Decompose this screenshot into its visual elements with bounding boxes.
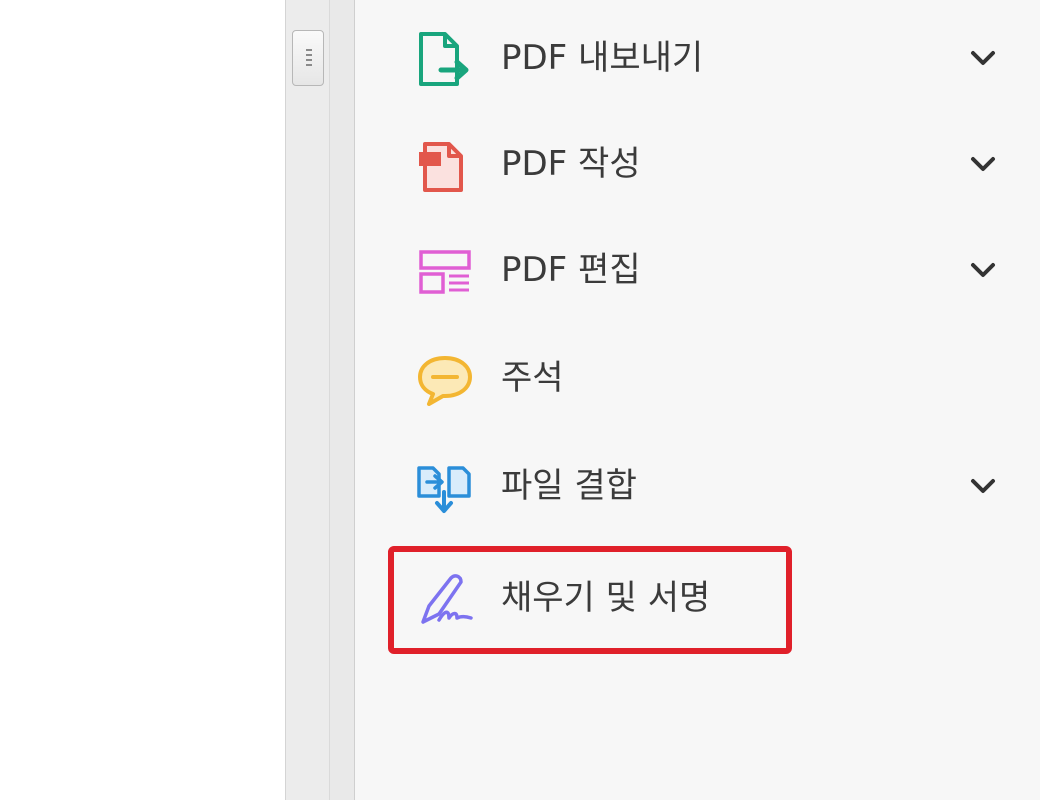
- combine-files-icon: [417, 466, 471, 513]
- tool-label: PDF 편집: [501, 250, 641, 290]
- export-pdf-icon: [419, 32, 469, 86]
- tool-label: 주석: [501, 358, 564, 398]
- document-area: [0, 0, 285, 800]
- tool-export-pdf[interactable]: PDF 내보내기: [415, 18, 1025, 98]
- tool-create-pdf[interactable]: PDF 작성: [415, 124, 1025, 204]
- tool-label: PDF 작성: [501, 144, 641, 184]
- chevron-down-icon[interactable]: [965, 146, 1001, 182]
- grip-line: [306, 64, 312, 66]
- chevron-down-icon[interactable]: [965, 40, 1001, 76]
- edit-pdf-icon: [419, 250, 471, 294]
- chevron-down-icon[interactable]: [965, 468, 1001, 504]
- tool-label: 파일 결합: [501, 466, 637, 506]
- grip-line: [306, 59, 312, 61]
- panel-divider[interactable]: [329, 0, 355, 800]
- tool-combine-files[interactable]: 파일 결합: [415, 446, 1025, 526]
- tools-panel: PDF 내보내기 PDF 작성 PDF 편집 주석 파일 결합 채우기 및 서명: [355, 0, 1040, 800]
- tool-label: PDF 내보내기: [501, 38, 704, 78]
- grip-line: [306, 49, 312, 51]
- highlight-box: [388, 546, 792, 654]
- chevron-down-icon[interactable]: [965, 252, 1001, 288]
- scrollbar-thumb[interactable]: [292, 30, 324, 86]
- create-pdf-icon: [419, 142, 463, 192]
- grip-line: [306, 54, 312, 56]
- scrollbar[interactable]: [285, 0, 329, 800]
- tool-comment[interactable]: 주석: [415, 338, 1025, 418]
- comment-icon: [418, 356, 472, 406]
- tool-edit-pdf[interactable]: PDF 편집: [415, 230, 1025, 310]
